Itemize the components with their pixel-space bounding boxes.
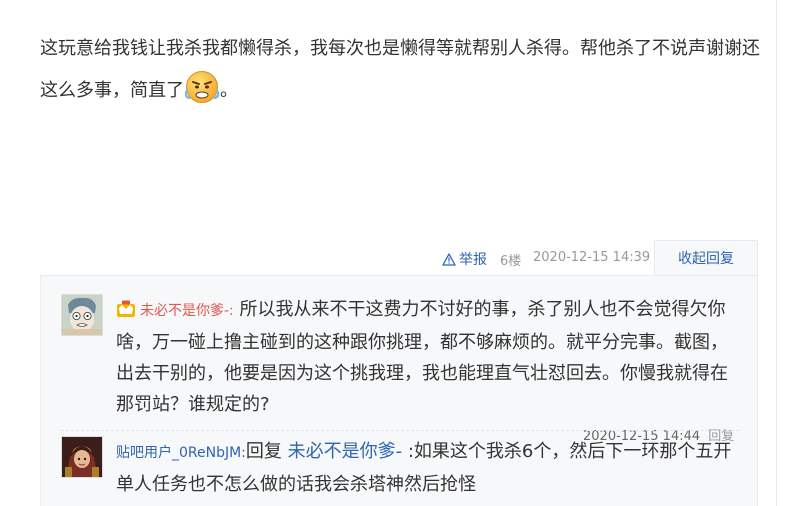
reply-to-username[interactable]: 未必不是你爹- — [288, 441, 403, 462]
reply-content: 贴吧用户_0ReNbJM:回复 未必不是你爹- :如果这个我杀6个，然后下一环那… — [116, 436, 736, 500]
vip-crown-icon — [117, 300, 135, 317]
post-content: 这玩意给我钱让我杀我都懒得杀，我每次也是懒得等就帮别人杀得。帮他杀了不说声谢谢还… — [40, 28, 765, 112]
reply-list: 未必不是你爹-: 所以我从来不干这费力不讨好的事，杀了别人也不会觉得欠你啥，万一… — [40, 275, 758, 506]
game-character-avatar-icon — [62, 437, 102, 477]
post-text-line-1: 这玩意给我钱让我杀我都懒得杀，我每次也是懒得等就帮别人杀得。帮他杀了不说声谢谢还 — [40, 38, 760, 59]
report-label: 举报 — [459, 252, 487, 268]
post-text-line-2-prefix: 这么多事，简直了 — [40, 80, 184, 101]
post-datetime: 2020-12-15 14:39 — [533, 250, 651, 265]
post-page: 这玩意给我钱让我杀我都懒得杀，我每次也是懒得等就帮别人杀得。帮他杀了不说声谢谢还… — [0, 0, 785, 506]
reply-prefix: 回复 — [245, 441, 288, 462]
reply-username[interactable]: 未必不是你爹-: — [140, 303, 234, 319]
warning-icon — [442, 252, 456, 266]
collapse-replies-button[interactable]: 收起回复 — [654, 240, 758, 276]
report-link[interactable]: 举报 — [442, 249, 487, 269]
avatar[interactable] — [61, 436, 103, 478]
avatar[interactable] — [61, 294, 103, 336]
floor-number: 6楼 — [500, 254, 522, 269]
post-tail-bar: 举报 6楼 2020-12-15 14:39 收起回复 — [440, 240, 776, 276]
angry-emoji-icon — [185, 71, 219, 103]
reply-username[interactable]: 贴吧用户_0ReNbJM: — [116, 445, 246, 461]
reply-content: 未必不是你爹-: 所以我从来不干这费力不讨好的事，杀了别人也不会觉得欠你啥，万一… — [116, 294, 736, 420]
content-right-border — [776, 0, 777, 506]
post-text-line-2-suffix: 。 — [220, 80, 238, 101]
reply-divider — [61, 430, 739, 432]
cartoon-face-avatar-icon — [62, 295, 102, 335]
post-text-line-2: 这么多事，简直了 。 — [40, 70, 765, 112]
